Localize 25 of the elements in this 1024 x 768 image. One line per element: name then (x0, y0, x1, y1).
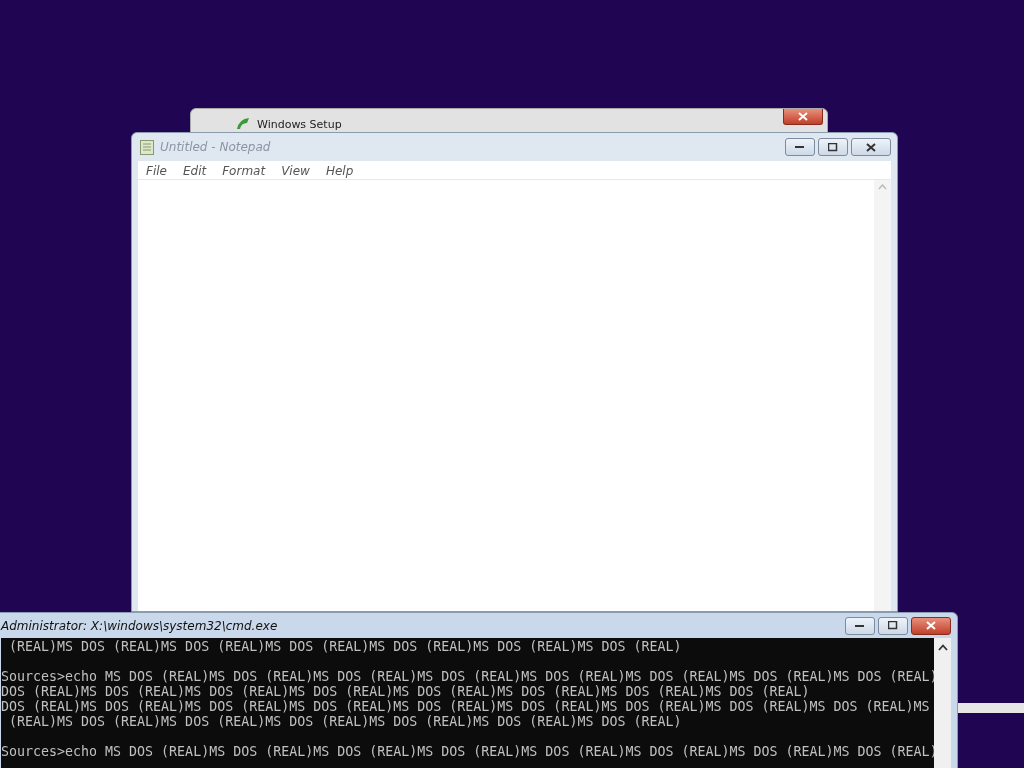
scrollbar[interactable] (934, 638, 951, 768)
window-edge (958, 703, 1024, 713)
setup-icon (235, 117, 251, 129)
close-button[interactable] (911, 616, 951, 635)
console-line: Sources>echo MS DOS (REAL)MS DOS (REAL)MS DOS (REAL)MS DOS (REAL)MS DOS (REAL)MS DOS (REAL)MS DOS (REAL)MS DOS (REAL) (1, 744, 934, 759)
close-button[interactable] (783, 109, 823, 125)
scroll-up-icon (878, 184, 887, 190)
console-line: DOS (REAL)MS DOS (REAL)MS DOS (REAL)MS DOS (REAL)MS DOS (REAL)MS DOS (REAL)MS DOS (REAL)MS DOS (REAL) (1, 684, 811, 699)
console-line: DOS (REAL)MS DOS (REAL)MS DOS (REAL)MS DOS (REAL)MS DOS (REAL)MS DOS (REAL)MS DOS (REAL)MS DOS (REAL)MS DOS (REAL)MS (1, 699, 931, 714)
console-line: (REAL)MS DOS (REAL)MS DOS (REAL)MS DOS (REAL)MS DOS (REAL)MS DOS (REAL)MS DOS (REAL) (8, 639, 683, 654)
maximize-icon (888, 621, 898, 630)
maximize-icon (828, 142, 838, 152)
close-icon (866, 142, 876, 152)
window-title: Windows Setup (257, 119, 342, 131)
close-icon (798, 112, 808, 121)
console-line: Sources>echo MS DOS (REAL)MS DOS (REAL)MS DOS (REAL)MS DOS (REAL)MS DOS (REAL)MS DOS (REAL)MS DOS (REAL)MS DOS (REAL) (1, 669, 934, 684)
close-icon (926, 621, 936, 630)
minimize-button[interactable] (845, 616, 875, 635)
maximize-button[interactable] (878, 616, 908, 635)
minimize-icon (795, 145, 805, 149)
console-line: (REAL)MS DOS (REAL)MS DOS (REAL)MS DOS (REAL)MS DOS (REAL)MS DOS (REAL)MS DOS (REAL) (8, 714, 683, 729)
scroll-up-icon (937, 644, 948, 651)
window-title: Administrator: X:\windows\system32\cmd.exe (1, 618, 278, 633)
notepad-icon (140, 139, 154, 155)
window-title: Untitled - Notepad (160, 140, 271, 154)
